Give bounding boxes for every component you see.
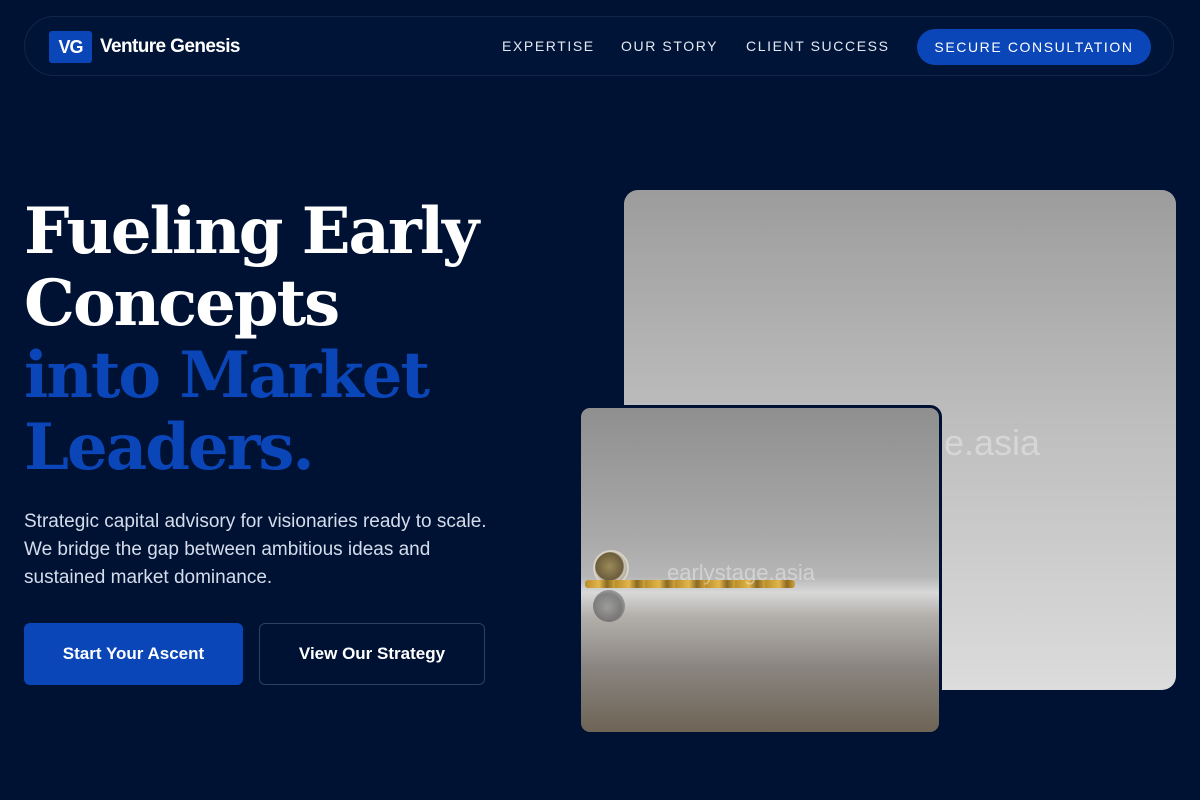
- nav-link-client-success[interactable]: CLIENT SUCCESS: [746, 38, 890, 54]
- hero-image-coins: earlystage.asia: [578, 405, 942, 735]
- secure-consultation-button[interactable]: SECURE CONSULTATION: [917, 29, 1151, 65]
- hero-headline: Fueling Early Concepts into Market Leade…: [24, 194, 479, 485]
- brand-mark: VG: [49, 31, 92, 63]
- image-watermark-small: earlystage.asia: [667, 560, 815, 585]
- landing-page: VG Venture Genesis EXPERTISE OUR STORY C…: [0, 0, 1200, 800]
- coin-reflection: [593, 590, 625, 622]
- headline-line-2: Concepts: [24, 266, 340, 341]
- start-your-ascent-button[interactable]: Start Your Ascent: [24, 623, 243, 685]
- headline-line-3: into Market: [24, 338, 430, 413]
- image-watermark: e.asia: [944, 422, 1041, 463]
- headline-line-4: Leaders.: [24, 410, 315, 485]
- nav-link-expertise[interactable]: EXPERTISE: [502, 38, 595, 54]
- brand-logo[interactable]: VG Venture Genesis: [49, 31, 241, 63]
- hero-subtext: Strategic capital advisory for visionari…: [24, 511, 487, 588]
- top-navbar: VG Venture Genesis EXPERTISE OUR STORY C…: [24, 16, 1174, 76]
- headline-line-1: Fueling Early: [24, 194, 479, 269]
- nav-link-our-story[interactable]: OUR STORY: [621, 38, 718, 54]
- brand-name: Venture Genesis: [100, 36, 241, 57]
- view-our-strategy-button[interactable]: View Our Strategy: [259, 623, 485, 685]
